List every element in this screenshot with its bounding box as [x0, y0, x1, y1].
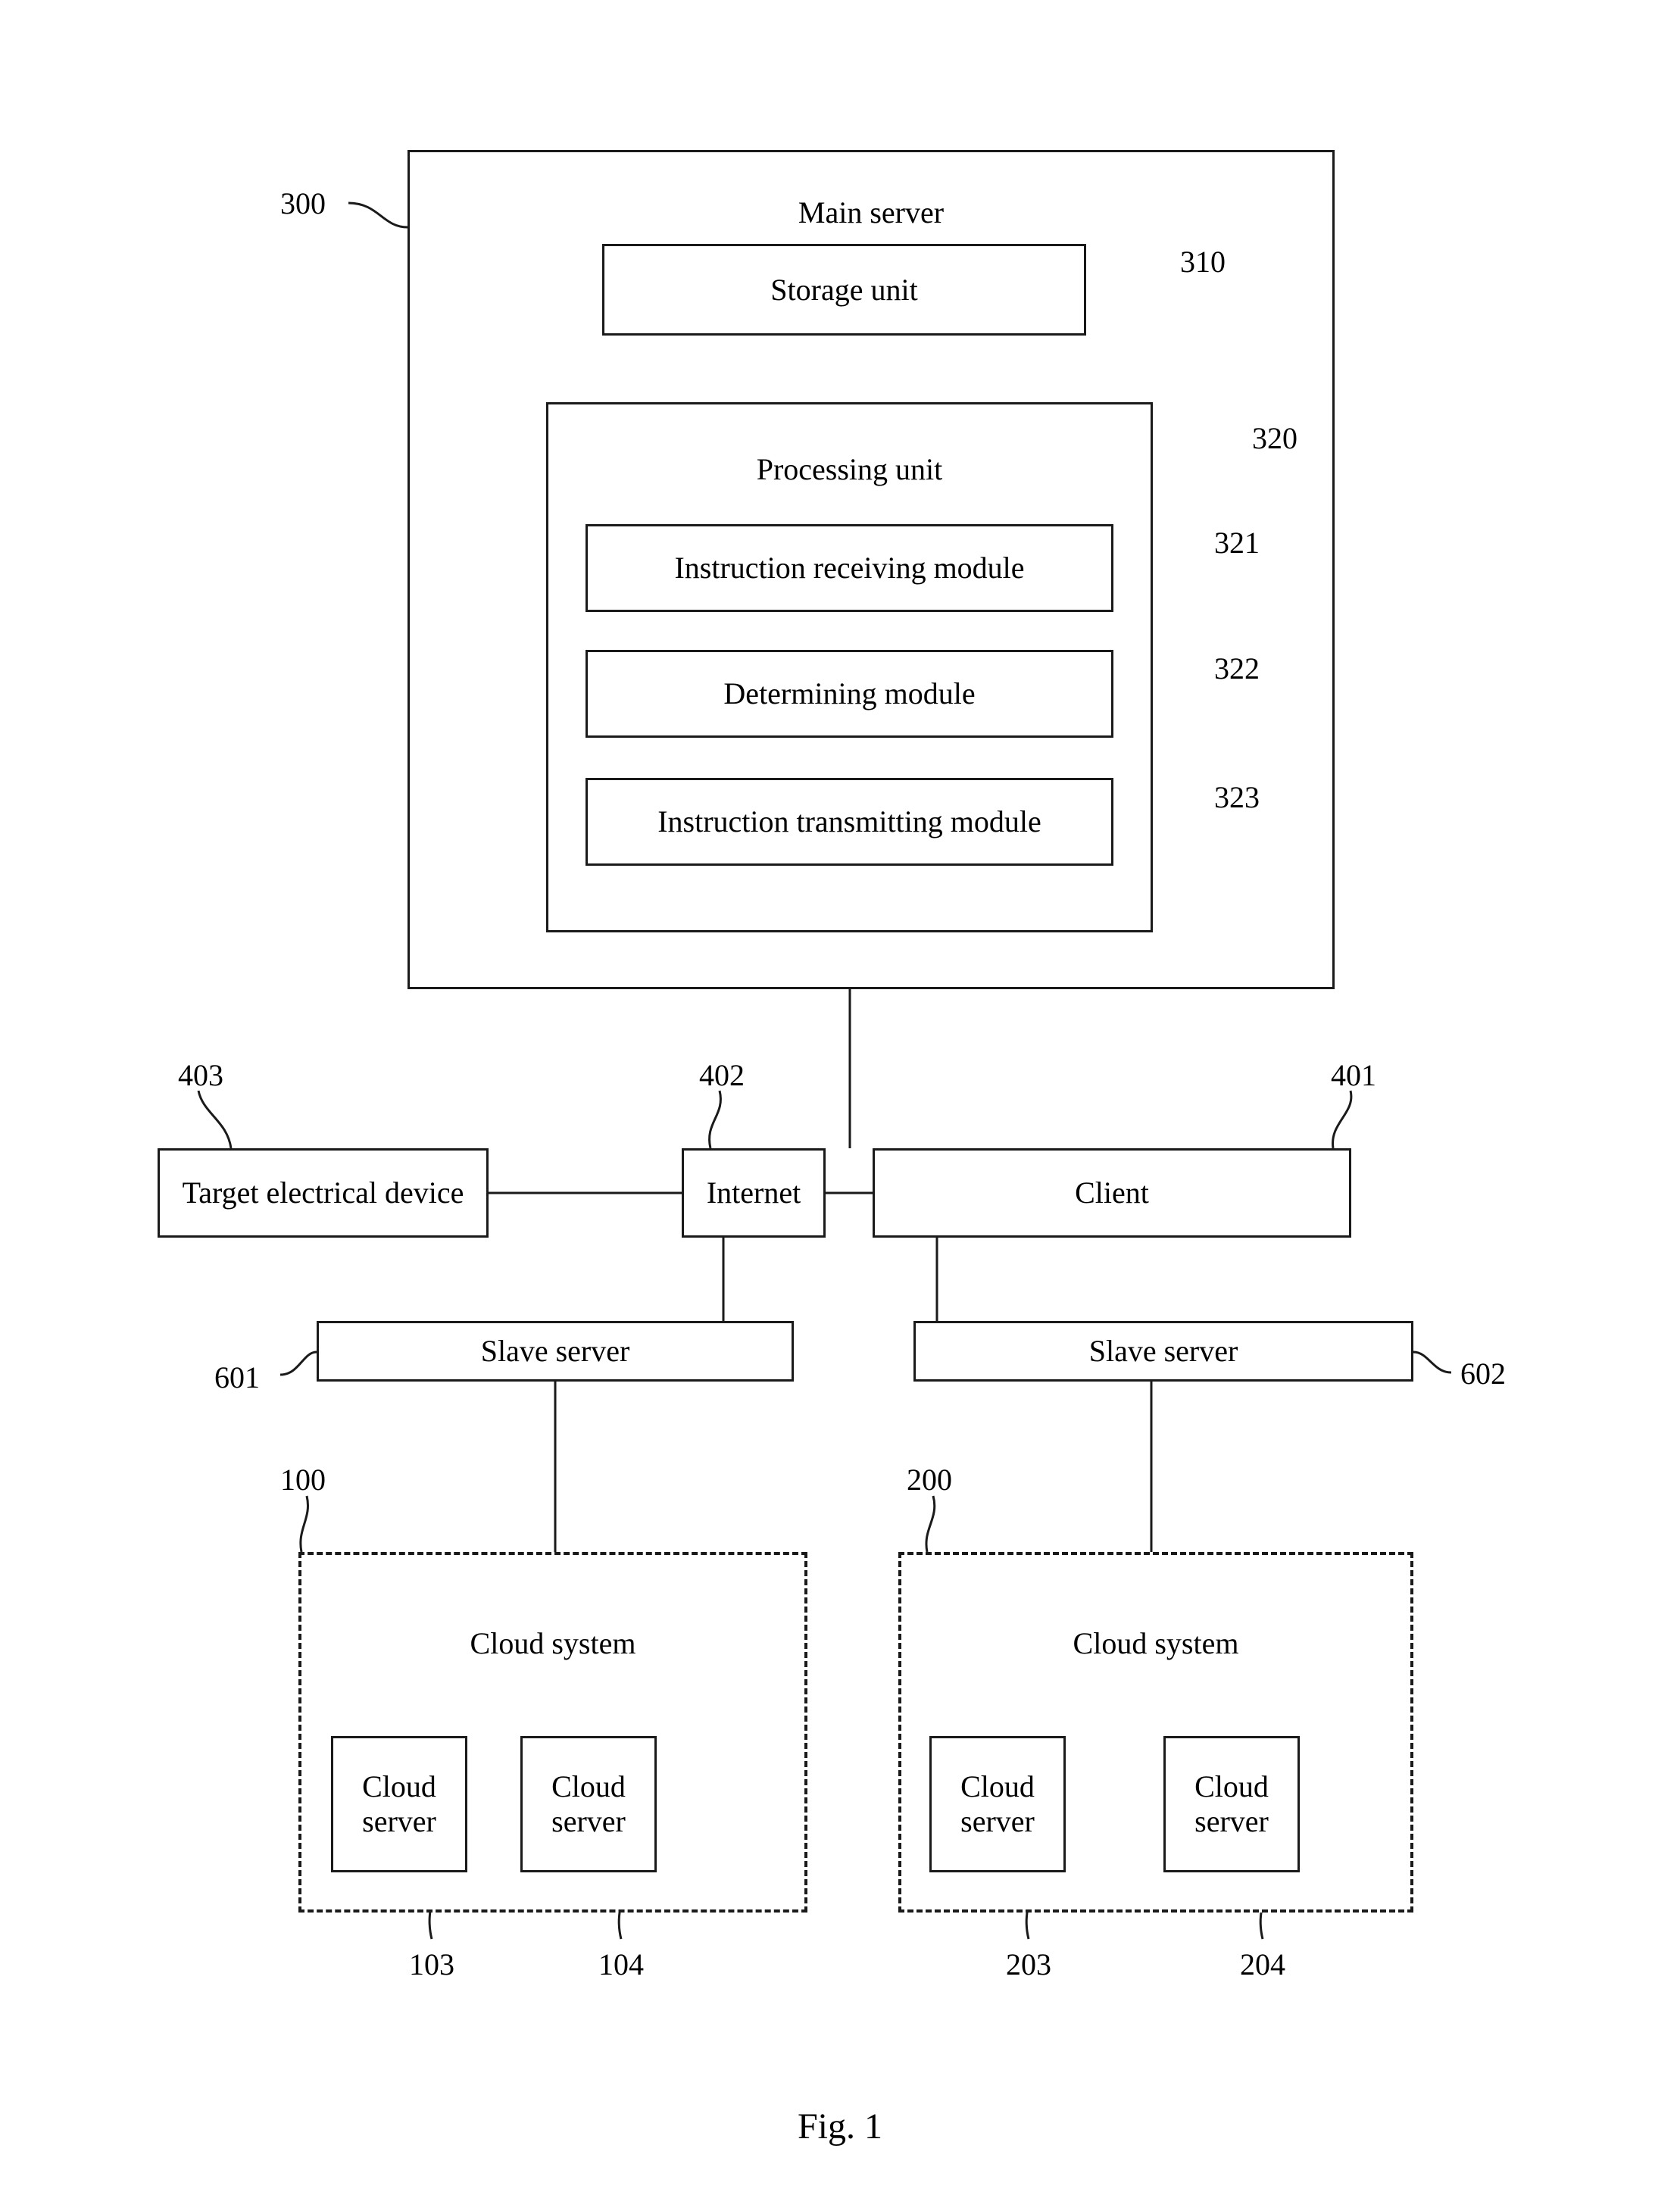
ref-100: 100	[280, 1463, 326, 1497]
determining-module-label: Determining module	[723, 676, 976, 710]
internet-box: Internet	[682, 1148, 826, 1238]
leader-601	[279, 1350, 317, 1376]
instruction-transmitting-module-box: Instruction transmitting module	[586, 778, 1113, 866]
figure-caption: Fig. 1	[797, 2106, 883, 2147]
ref-204: 204	[1240, 1947, 1285, 1981]
cloud-server-103-box: Cloud server	[331, 1736, 467, 1872]
slave-server-2-box: Slave server	[913, 1321, 1413, 1382]
ref-103: 103	[409, 1947, 454, 1981]
leader-402	[708, 1090, 722, 1149]
ref-200: 200	[907, 1463, 952, 1497]
leader-300	[348, 201, 408, 229]
cloud-server-104-label: Cloud server	[551, 1769, 626, 1838]
cloud-server-204-box: Cloud server	[1163, 1736, 1300, 1872]
target-electrical-device-box: Target electrical device	[158, 1148, 489, 1238]
client-box: Client	[873, 1148, 1351, 1238]
ref-602: 602	[1460, 1357, 1506, 1391]
leader-200	[925, 1495, 936, 1553]
ref-601: 601	[214, 1360, 260, 1394]
client-label: Client	[1075, 1176, 1149, 1210]
cloud-system-1-label: Cloud system	[470, 1626, 636, 1660]
slave-server-1-box: Slave server	[317, 1321, 794, 1382]
slave-server-1-label: Slave server	[480, 1334, 630, 1368]
cloud-server-103-label: Cloud server	[362, 1769, 436, 1838]
leader-403	[197, 1090, 233, 1149]
ref-402: 402	[699, 1058, 745, 1092]
instruction-receiving-module-label: Instruction receiving module	[674, 551, 1025, 585]
cloud-server-203-label: Cloud server	[960, 1769, 1035, 1838]
main-server-title: Main server	[798, 195, 945, 230]
determining-module-box: Determining module	[586, 650, 1113, 738]
ref-322: 322	[1214, 651, 1260, 685]
cloud-server-104-box: Cloud server	[520, 1736, 657, 1872]
target-electrical-device-label: Target electrical device	[182, 1176, 464, 1210]
ref-300: 300	[280, 186, 326, 220]
ref-104: 104	[598, 1947, 644, 1981]
cloud-server-204-label: Cloud server	[1194, 1769, 1269, 1838]
ref-321: 321	[1214, 526, 1260, 560]
instruction-transmitting-module-label: Instruction transmitting module	[657, 804, 1041, 838]
ref-310: 310	[1180, 245, 1226, 279]
ref-320: 320	[1252, 421, 1297, 455]
patent-figure-1: Main server 300 Storage unit 310 Process…	[0, 0, 1680, 2192]
cloud-server-203-box: Cloud server	[929, 1736, 1066, 1872]
ref-403: 403	[178, 1058, 223, 1092]
ref-203: 203	[1006, 1947, 1051, 1981]
ref-323: 323	[1214, 780, 1260, 814]
leader-401	[1332, 1090, 1353, 1149]
processing-unit-label: Processing unit	[756, 452, 943, 486]
storage-unit-label: Storage unit	[770, 272, 918, 307]
storage-unit-box: Storage unit	[602, 244, 1086, 336]
slave-server-2-label: Slave server	[1088, 1334, 1238, 1368]
leader-602	[1413, 1350, 1452, 1374]
leader-100	[299, 1495, 309, 1553]
internet-label: Internet	[706, 1176, 801, 1210]
cloud-system-2-label: Cloud system	[1073, 1626, 1239, 1660]
ref-401: 401	[1331, 1058, 1376, 1092]
instruction-receiving-module-box: Instruction receiving module	[586, 524, 1113, 612]
